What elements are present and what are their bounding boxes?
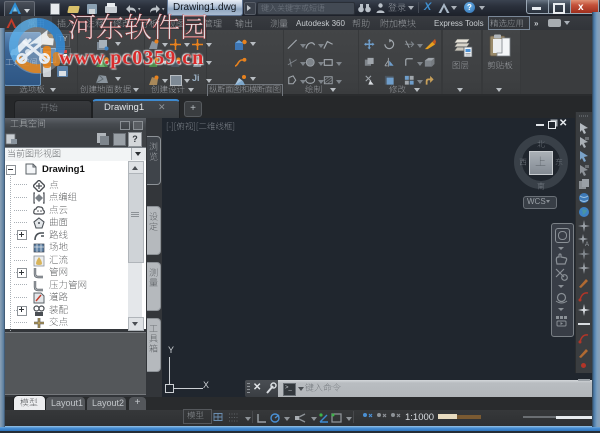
svg-text:A: A: [585, 242, 589, 246]
